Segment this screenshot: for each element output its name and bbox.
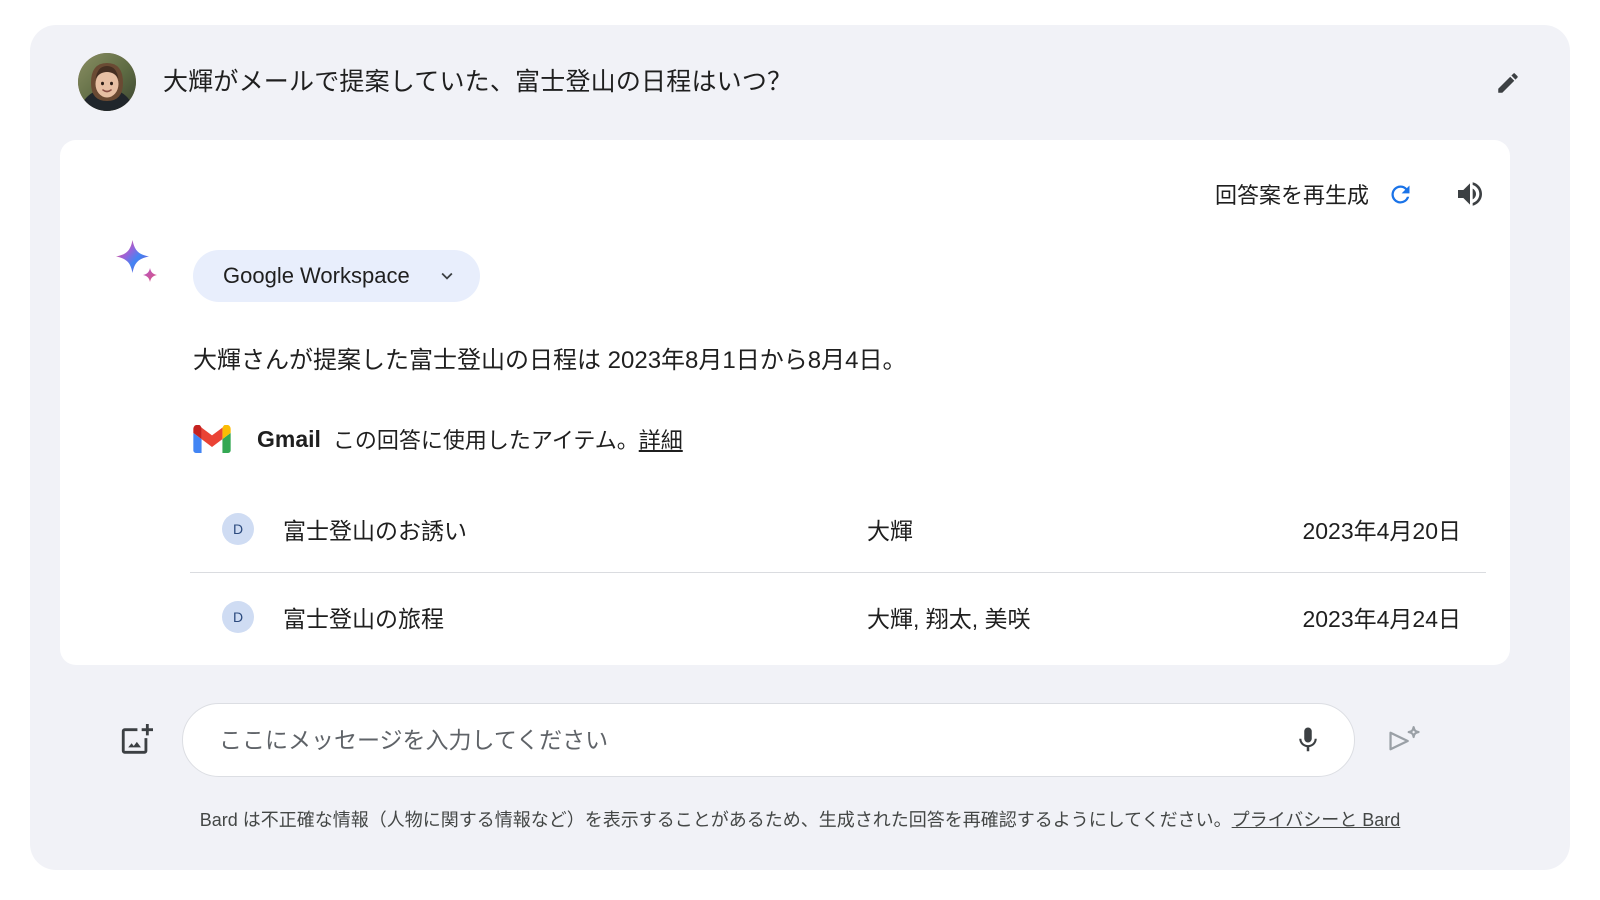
user-prompt-text: 大輝がメールで提案していた、富士登山の日程はいつ？	[163, 61, 792, 103]
result-people: 大輝, 翔太, 美咲	[867, 600, 1279, 634]
source-header: Gmail この回答に使用したアイテム。 詳細	[193, 422, 683, 456]
regenerate-answer-button[interactable]: 回答案を再生成	[1207, 172, 1422, 216]
message-input[interactable]	[183, 727, 1280, 754]
conversation-panel: 大輝がメールで提案していた、富士登山の日程はいつ？ 回答案を再生成	[30, 25, 1570, 870]
bard-sparkle-icon	[113, 237, 163, 287]
message-input-container[interactable]	[182, 703, 1355, 777]
send-button[interactable]	[1378, 715, 1430, 767]
refresh-icon	[1387, 181, 1414, 208]
source-results-list: D 富士登山のお誘い 大輝 2023年4月20日 D 富士登山の旅程 大輝, 翔…	[190, 485, 1486, 660]
sender-avatar: D	[222, 513, 254, 545]
result-title: 富士登山の旅程	[283, 600, 867, 634]
extension-chip-google-workspace[interactable]: Google Workspace	[193, 250, 480, 302]
avatar-photo-icon	[78, 53, 136, 111]
table-row[interactable]: D 富士登山のお誘い 大輝 2023年4月20日	[190, 485, 1486, 572]
listen-button[interactable]	[1444, 168, 1496, 220]
avatar	[78, 53, 136, 111]
regenerate-answer-label: 回答案を再生成	[1215, 178, 1369, 210]
user-prompt-row: 大輝がメールで提案していた、富士登山の日程はいつ？	[30, 25, 1570, 140]
composer	[30, 695, 1570, 815]
voice-input-button[interactable]	[1280, 712, 1336, 768]
sender-avatar: D	[222, 601, 254, 633]
send-sparkle-icon	[1387, 724, 1421, 758]
disclaimer: Bard は不正確な情報（人物に関する情報など）を表示することがあるため、生成さ…	[30, 807, 1570, 833]
pencil-icon	[1495, 70, 1521, 96]
add-image-button[interactable]	[112, 717, 160, 765]
bard-chat-screen: 大輝がメールで提案していた、富士登山の日程はいつ？ 回答案を再生成	[0, 0, 1600, 900]
disclaimer-text: Bard は不正確な情報（人物に関する情報など）を表示することがあるため、生成さ…	[200, 810, 1232, 830]
add-image-icon	[119, 724, 153, 758]
result-date: 2023年4月20日	[1279, 512, 1486, 546]
privacy-link[interactable]: プライバシーと Bard	[1232, 810, 1401, 830]
source-note: この回答に使用したアイテム。	[333, 423, 639, 455]
result-people: 大輝	[867, 512, 1279, 546]
answer-text: 大輝さんが提案した富士登山の日程は 2023年8月1日から8月4日。	[193, 343, 906, 379]
extension-chip-label: Google Workspace	[223, 263, 410, 289]
result-title: 富士登山のお誘い	[283, 512, 867, 546]
result-date: 2023年4月24日	[1279, 600, 1486, 634]
source-app-name: Gmail	[257, 426, 321, 453]
source-details-link[interactable]: 詳細	[639, 423, 683, 455]
gmail-icon	[193, 425, 231, 453]
volume-up-icon	[1454, 178, 1486, 210]
table-row[interactable]: D 富士登山の旅程 大輝, 翔太, 美咲 2023年4月24日	[190, 572, 1486, 660]
answer-card: 回答案を再生成	[60, 140, 1510, 665]
answer-toolbar: 回答案を再生成	[1207, 168, 1496, 220]
edit-prompt-button[interactable]	[1486, 61, 1530, 105]
chevron-down-icon	[436, 265, 458, 287]
microphone-icon	[1293, 725, 1323, 755]
